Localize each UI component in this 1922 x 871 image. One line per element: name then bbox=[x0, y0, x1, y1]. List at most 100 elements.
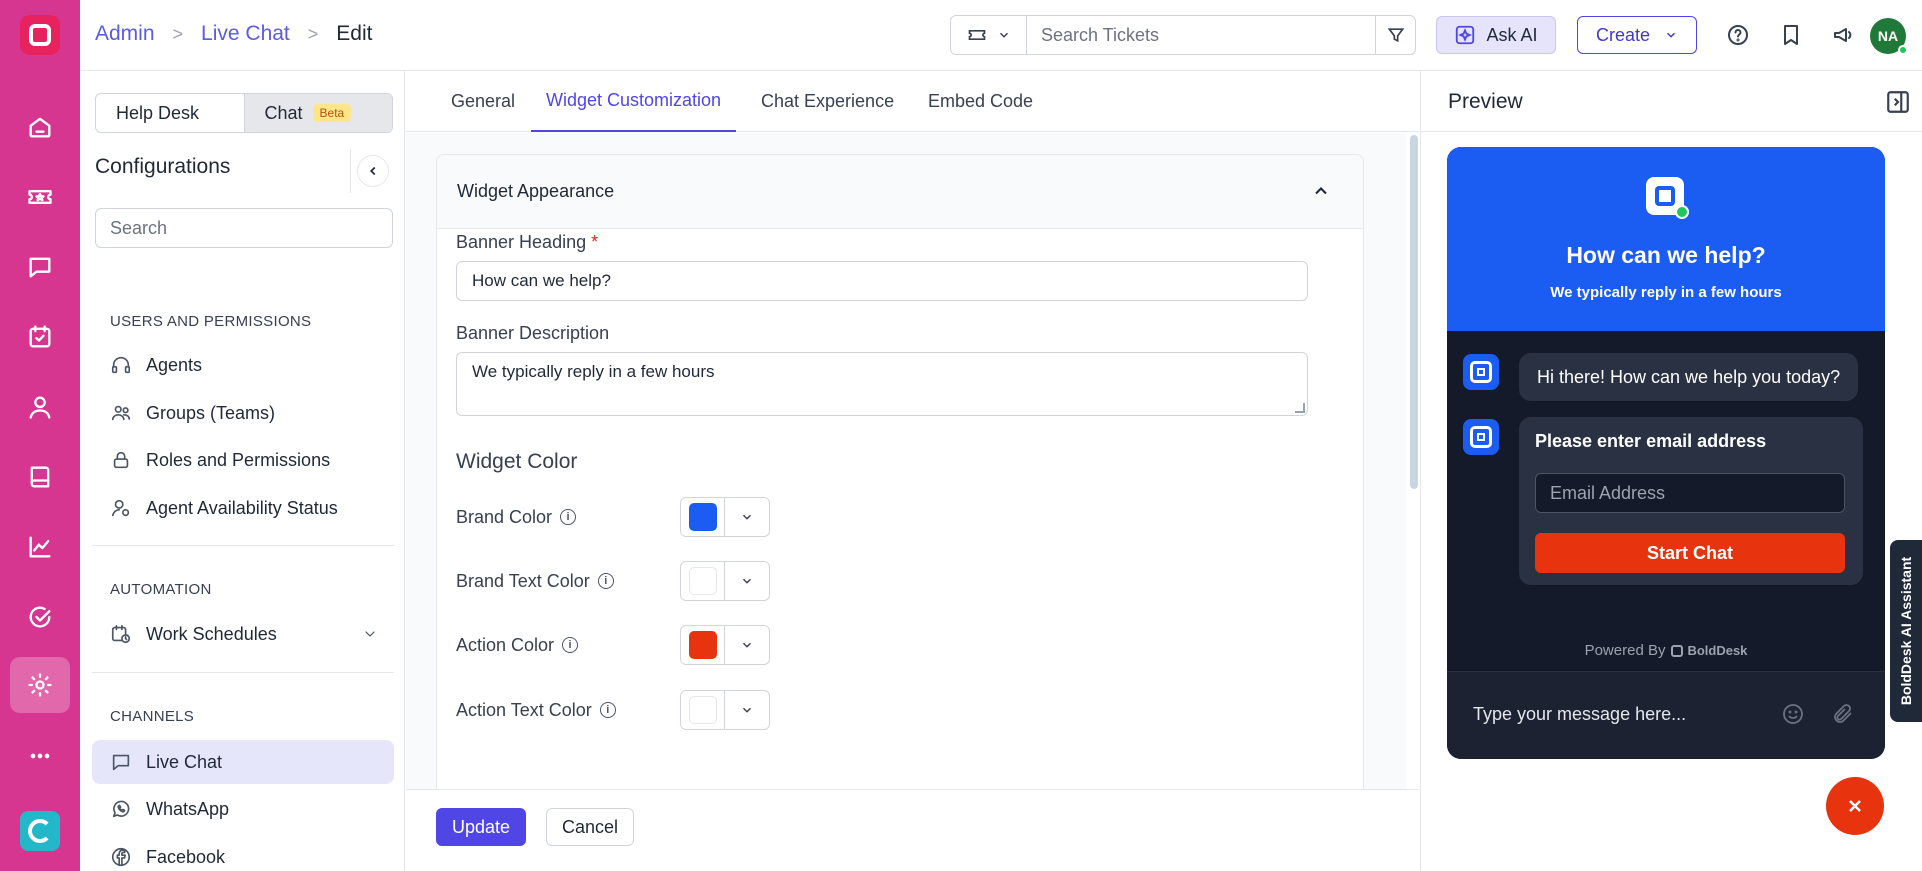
sidebar-item-label: Live Chat bbox=[146, 751, 223, 772]
preview-header: Preview bbox=[1421, 71, 1922, 132]
preview-panel: Preview How can we help? We typically re… bbox=[1420, 71, 1922, 871]
update-button[interactable]: Update bbox=[436, 808, 526, 846]
home-icon[interactable] bbox=[10, 99, 70, 155]
attachment-icon[interactable] bbox=[1831, 702, 1855, 726]
ticket-icon[interactable] bbox=[10, 169, 70, 225]
help-icon[interactable] bbox=[1724, 21, 1752, 49]
bolddesk-switcher-icon[interactable] bbox=[20, 811, 60, 851]
color-swatch bbox=[688, 567, 717, 595]
emoji-icon[interactable] bbox=[1781, 702, 1805, 726]
users-icon bbox=[111, 405, 131, 421]
create-button[interactable]: Create bbox=[1577, 16, 1697, 54]
accordion-header[interactable]: Widget Appearance bbox=[437, 155, 1363, 229]
color-label: Action Text Color bbox=[456, 699, 592, 720]
sidebar-item-whatsapp[interactable]: WhatsApp bbox=[92, 787, 394, 831]
banner-description-label: Banner Description bbox=[456, 323, 610, 343]
sidebar-item-availability[interactable]: Agent Availability Status bbox=[92, 486, 394, 530]
info-icon[interactable]: i bbox=[599, 702, 616, 718]
info-icon[interactable]: i bbox=[597, 573, 614, 589]
tab-bar: General Widget Customization Chat Experi… bbox=[406, 71, 1419, 132]
email-input[interactable]: Email Address bbox=[1535, 473, 1845, 513]
color-label: Brand Color bbox=[456, 506, 553, 527]
more-icon[interactable] bbox=[10, 728, 70, 784]
bolddesk-brand: BoldDesk bbox=[1687, 643, 1748, 658]
chat-icon[interactable] bbox=[10, 239, 70, 295]
sidebar-item-roles[interactable]: Roles and Permissions bbox=[92, 438, 394, 482]
widget-banner: How can we help? We typically reply in a… bbox=[1447, 147, 1885, 331]
message-composer[interactable]: Type your message here... bbox=[1447, 671, 1885, 759]
section-channels: CHANNELS bbox=[110, 708, 195, 725]
tab-chat[interactable]: Chat Beta bbox=[243, 94, 392, 132]
banner-heading-input[interactable]: How can we help? bbox=[456, 261, 1308, 301]
ai-assistant-label: BoldDesk AI Assistant bbox=[1898, 556, 1914, 706]
powered-by: Powered By BoldDesk bbox=[1447, 642, 1885, 659]
contacts-icon[interactable] bbox=[10, 379, 70, 435]
banner-description-textarea[interactable]: We typically reply in a few hours bbox=[456, 352, 1308, 416]
tasks-icon[interactable] bbox=[10, 309, 70, 365]
divider bbox=[92, 672, 394, 673]
settings-icon[interactable] bbox=[10, 657, 70, 713]
bot-avatar bbox=[1463, 354, 1499, 390]
banner-heading-label: Banner Heading * bbox=[456, 232, 598, 253]
product-switch: Help Desk Chat Beta bbox=[95, 93, 393, 133]
banner-description-value: We typically reply in a few hours bbox=[472, 362, 715, 381]
tab-general[interactable]: General bbox=[451, 71, 515, 132]
announcement-icon[interactable] bbox=[1830, 21, 1858, 49]
brand-text-color-picker[interactable] bbox=[680, 561, 770, 601]
tab-embed-code[interactable]: Embed Code bbox=[928, 71, 1033, 132]
collapse-panel-icon[interactable] bbox=[1885, 89, 1911, 115]
breadcrumb-live-chat[interactable]: Live Chat bbox=[201, 22, 290, 46]
chevron-down-icon bbox=[742, 578, 752, 584]
filter-button[interactable] bbox=[1375, 16, 1415, 54]
calendar-clock-icon bbox=[111, 624, 131, 644]
app-logo[interactable] bbox=[20, 15, 60, 55]
breadcrumb-separator: > bbox=[172, 23, 184, 44]
search-type-dropdown[interactable] bbox=[951, 16, 1027, 54]
sidebar-item-groups[interactable]: Groups (Teams) bbox=[92, 391, 394, 435]
widget-heading: How can we help? bbox=[1566, 242, 1766, 268]
tab-chat-experience[interactable]: Chat Experience bbox=[761, 71, 894, 132]
chevron-down-icon bbox=[365, 631, 375, 637]
chevron-down-icon bbox=[742, 707, 752, 713]
color-swatch bbox=[688, 631, 717, 659]
resize-handle[interactable] bbox=[1295, 403, 1305, 413]
sidebar-title: Configurations bbox=[95, 155, 231, 178]
compose-placeholder: Type your message here... bbox=[1473, 704, 1687, 724]
info-icon[interactable]: i bbox=[560, 509, 577, 525]
sidebar-search-input[interactable] bbox=[95, 208, 393, 248]
collapse-sidebar-button[interactable] bbox=[357, 155, 389, 187]
brand-color-picker[interactable] bbox=[680, 497, 770, 537]
approvals-icon[interactable] bbox=[10, 589, 70, 645]
chevron-down-icon bbox=[999, 32, 1008, 38]
breadcrumb-current: Edit bbox=[336, 22, 373, 45]
search-input[interactable] bbox=[1027, 16, 1375, 54]
email-prompt: Please enter email address bbox=[1535, 431, 1767, 451]
start-chat-button[interactable]: Start Chat bbox=[1535, 533, 1845, 573]
section-automation: AUTOMATION bbox=[110, 581, 212, 598]
ask-ai-button[interactable]: Ask AI bbox=[1436, 16, 1556, 54]
sidebar-item-label: Work Schedules bbox=[146, 623, 277, 644]
breadcrumb-admin[interactable]: Admin bbox=[95, 22, 155, 46]
cancel-button[interactable]: Cancel bbox=[546, 808, 634, 846]
sidebar-item-live-chat[interactable]: Live Chat bbox=[92, 740, 394, 784]
create-label: Create bbox=[1595, 24, 1651, 45]
headset-icon bbox=[111, 356, 131, 374]
action-color-picker[interactable] bbox=[680, 625, 770, 665]
knowledge-base-icon[interactable] bbox=[10, 449, 70, 505]
tab-help-desk[interactable]: Help Desk bbox=[96, 94, 244, 132]
close-widget-button[interactable] bbox=[1826, 777, 1884, 835]
ai-assistant-tab[interactable]: BoldDesk AI Assistant bbox=[1890, 540, 1922, 722]
ask-ai-label: Ask AI bbox=[1486, 24, 1538, 45]
bookmark-icon[interactable] bbox=[1777, 21, 1805, 49]
reports-icon[interactable] bbox=[10, 519, 70, 575]
action-text-color-picker[interactable] bbox=[680, 690, 770, 730]
tab-widget-customization[interactable]: Widget Customization bbox=[531, 71, 737, 132]
scrollbar[interactable] bbox=[1410, 135, 1418, 489]
sidebar-item-facebook[interactable]: Facebook bbox=[92, 835, 394, 871]
widget-logo bbox=[1646, 177, 1689, 219]
avatar[interactable]: NA bbox=[1870, 18, 1908, 55]
sidebar-item-agents[interactable]: Agents bbox=[92, 343, 394, 387]
info-icon[interactable]: i bbox=[562, 637, 579, 653]
sidebar-item-work-schedules[interactable]: Work Schedules bbox=[92, 612, 394, 656]
breadcrumb: Admin > Live Chat > Edit bbox=[95, 22, 372, 46]
